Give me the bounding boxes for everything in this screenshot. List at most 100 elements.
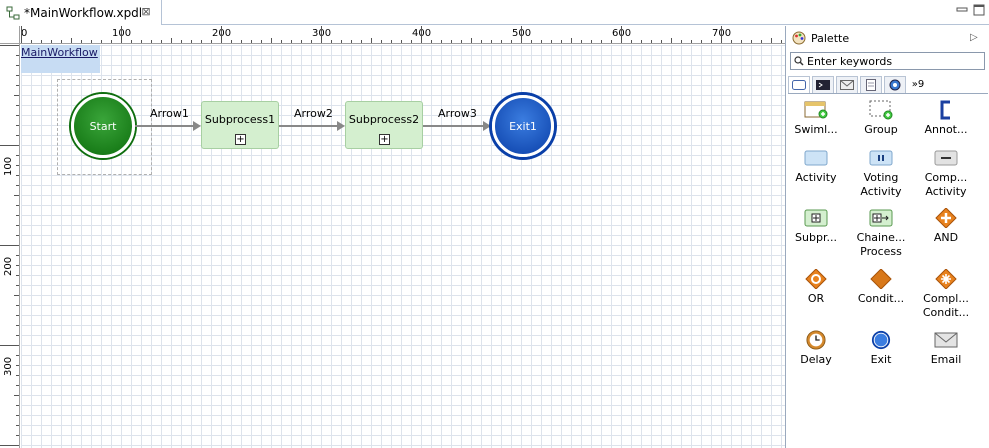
palette-item-swimlane[interactable]: Swiml... — [784, 100, 848, 137]
palette-item-group[interactable]: Group — [849, 100, 913, 137]
ruler-tick — [16, 185, 19, 186]
palette-item-email[interactable]: Email — [914, 330, 978, 367]
palette-item-chained-process[interactable]: Chaine... Process — [849, 208, 913, 259]
ruler-tick — [781, 40, 782, 43]
start-event-node[interactable]: Start — [71, 94, 135, 158]
ruler-tick — [641, 40, 642, 43]
maximize-icon[interactable] — [972, 3, 986, 17]
minimize-icon[interactable] — [955, 3, 969, 17]
subprocess1-node[interactable]: Subprocess1 + — [201, 101, 279, 149]
expand-icon[interactable]: + — [235, 134, 246, 145]
exit-event-node[interactable]: Exit1 — [492, 95, 554, 157]
expand-icon[interactable]: + — [379, 134, 390, 145]
ruler-tick — [0, 245, 19, 246]
search-icon — [794, 56, 804, 66]
swimlane-icon — [804, 101, 828, 119]
ruler-tick — [491, 40, 492, 43]
palette-item-label: Group — [864, 123, 898, 136]
ruler-tick — [16, 55, 19, 56]
arrow2-line[interactable] — [279, 125, 339, 127]
ruler-label: 300 — [3, 356, 14, 376]
close-tab-icon[interactable]: ⊠ — [139, 5, 153, 19]
ruler-tick — [671, 38, 672, 43]
pool-label[interactable]: MainWorkflow — [21, 45, 100, 73]
ruler-tick — [14, 395, 19, 396]
palette-item-voting-activity[interactable]: Voting Activity — [849, 148, 913, 199]
collapse-palette-icon[interactable]: ▷ — [970, 32, 978, 43]
palette-item-label: Activity — [795, 171, 837, 184]
arrow2-head — [337, 121, 345, 131]
palette-item-complex-conditional[interactable]: Compl... Condit... — [914, 269, 978, 320]
tab-title: *MainWorkflow.xpdl — [24, 5, 143, 20]
compound-activity-icon — [934, 150, 958, 166]
palette-item-label: Comp... Activity — [924, 171, 968, 198]
ruler-tick — [451, 40, 452, 43]
tab-mainworkflow[interactable]: *MainWorkflow.xpdl ⊠ — [0, 0, 162, 25]
arrow1-label: Arrow1 — [150, 107, 189, 120]
ruler-tick — [16, 315, 19, 316]
ruler-tick — [721, 26, 722, 43]
palette-search-input[interactable]: Enter keywords — [790, 52, 985, 70]
exit-label: Exit1 — [509, 119, 537, 133]
diagram-canvas[interactable]: MainWorkflow Start Arrow1 Subprocess1 + … — [21, 45, 785, 448]
ruler-tick — [81, 40, 82, 43]
ruler-tick — [16, 375, 19, 376]
palette-item-label: Delay — [800, 353, 832, 366]
palette-item-label: Exit — [870, 353, 892, 366]
ruler-tick — [16, 75, 19, 76]
subprocess-icon — [804, 209, 828, 227]
more-tabs-button[interactable]: »9 — [908, 76, 928, 93]
tab-scripts[interactable] — [812, 76, 834, 93]
ruler-tick — [16, 205, 19, 206]
ruler-tick — [571, 38, 572, 43]
tab-documents[interactable] — [860, 76, 882, 93]
ruler-tick — [461, 40, 462, 43]
palette-item-exit[interactable]: Exit — [849, 330, 913, 367]
palette-item-label: AND — [933, 231, 959, 244]
ruler-tick — [16, 385, 19, 386]
ruler-tick — [121, 26, 122, 43]
ruler-tick — [311, 40, 312, 43]
ruler-tick — [361, 40, 362, 43]
ruler-tick — [501, 40, 502, 43]
ruler-tick — [261, 40, 262, 43]
voting-activity-icon — [869, 150, 893, 166]
ruler-tick — [16, 305, 19, 306]
ruler-label: 100 — [3, 156, 14, 176]
ruler-tick — [0, 445, 19, 446]
ruler-tick — [131, 40, 132, 43]
ruler-tick — [16, 275, 19, 276]
ruler-tick — [231, 40, 232, 43]
tab-web[interactable] — [884, 76, 906, 93]
ruler-tick — [21, 26, 22, 43]
ruler-tick — [0, 45, 19, 46]
arrow1-line[interactable] — [135, 125, 195, 127]
palette-item-or[interactable]: OR — [784, 269, 848, 306]
workflow-editor-window: *MainWorkflow.xpdl ⊠ 0 100 200 300 400 5… — [0, 0, 989, 448]
tab-activities[interactable] — [788, 76, 810, 93]
tab-messages[interactable] — [836, 76, 858, 93]
palette-item-label: Voting Activity — [860, 171, 902, 198]
search-placeholder: Enter keywords — [807, 54, 893, 68]
arrow3-line[interactable] — [423, 125, 485, 127]
palette-item-compound-activity[interactable]: Comp... Activity — [914, 148, 978, 199]
palette-item-annotation[interactable]: Annot... — [914, 100, 978, 137]
ruler-tick — [171, 38, 172, 43]
palette-item-delay[interactable]: Delay — [784, 330, 848, 367]
ruler-tick — [281, 40, 282, 43]
subprocess2-node[interactable]: Subprocess2 + — [345, 101, 423, 149]
ruler-label: 200 — [3, 256, 14, 276]
ruler-tick — [591, 40, 592, 43]
ruler-tick — [691, 40, 692, 43]
palette-item-conditional[interactable]: Condit... — [849, 269, 913, 306]
palette-item-label: OR — [807, 292, 825, 305]
palette-item-subprocess[interactable]: Subpr... — [784, 208, 848, 245]
palette-item-activity[interactable]: Activity — [784, 148, 848, 185]
window-icon — [792, 80, 806, 90]
ruler-tick — [391, 40, 392, 43]
ruler-tick — [14, 195, 19, 196]
palette-item-and[interactable]: AND — [914, 208, 978, 245]
ruler-tick — [241, 40, 242, 43]
ruler-tick — [531, 40, 532, 43]
ruler-tick — [111, 40, 112, 43]
